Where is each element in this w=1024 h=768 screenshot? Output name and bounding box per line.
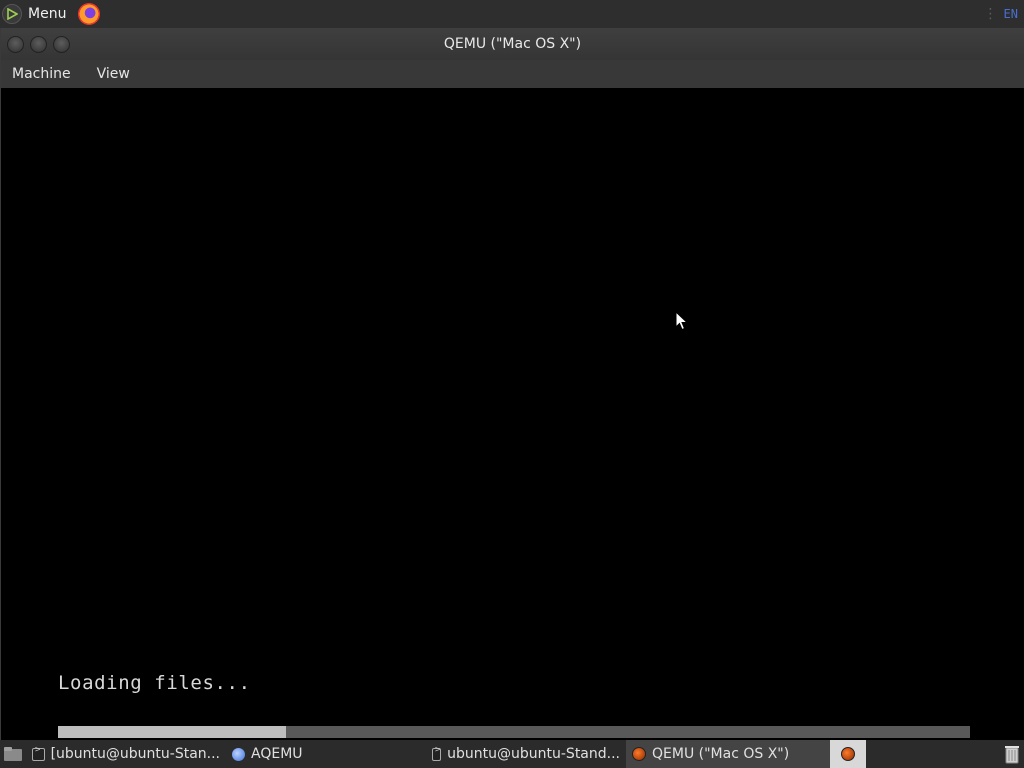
terminal-icon: [32, 745, 45, 761]
loading-progress-bar: [58, 726, 970, 738]
terminal-icon: [432, 745, 442, 761]
top-panel: Menu ⋮ EN: [0, 0, 1024, 28]
guest-display[interactable]: Loading files...: [1, 88, 1023, 740]
qemu-icon: [632, 747, 646, 761]
panel-handle-icon[interactable]: ⋮: [984, 6, 998, 22]
menu-machine[interactable]: Machine: [7, 66, 76, 82]
show-desktop-icon: [4, 747, 22, 761]
taskbar-item-label: [ubuntu@ubuntu-Stan...: [50, 746, 220, 762]
taskbar-item-label: AQEMU: [251, 746, 303, 762]
menu-view[interactable]: View: [92, 66, 135, 82]
trash-icon[interactable]: [1004, 744, 1020, 764]
taskbar-item-label: ubuntu@ubuntu-Stand...: [447, 746, 620, 762]
taskbar-item-qemu[interactable]: QEMU ("Mac OS X"): [626, 740, 830, 768]
menu-label: Menu: [28, 6, 67, 22]
window-title: QEMU ("Mac OS X"): [443, 36, 582, 52]
taskbar-item-label: QEMU ("Mac OS X"): [652, 746, 790, 762]
loading-status-text: Loading files...: [58, 672, 251, 694]
firefox-icon[interactable]: [78, 3, 101, 25]
loading-progress-fill: [58, 726, 286, 738]
aqemu-icon: [232, 747, 245, 761]
mint-menu-icon: [2, 4, 22, 24]
window-menubar: Machine View: [1, 60, 1024, 88]
show-desktop-button[interactable]: [0, 740, 26, 768]
taskbar-item-terminal-1[interactable]: [ubuntu@ubuntu-Stan...: [26, 740, 226, 768]
start-menu-button[interactable]: Menu: [0, 0, 72, 28]
keyboard-layout-indicator[interactable]: EN: [1004, 7, 1018, 21]
taskbar-item-aqemu[interactable]: AQEMU: [226, 740, 426, 768]
window-titlebar[interactable]: QEMU ("Mac OS X"): [1, 28, 1024, 60]
mouse-pointer-icon: [675, 311, 689, 331]
taskbar: [ubuntu@ubuntu-Stan... AQEMU ubuntu@ubun…: [0, 740, 1024, 768]
taskbar-item-terminal-2[interactable]: ubuntu@ubuntu-Stand...: [426, 740, 626, 768]
qemu-window: QEMU ("Mac OS X") Machine View Loading f…: [0, 28, 1024, 740]
taskbar-pinned-qemu[interactable]: [830, 740, 866, 768]
qemu-icon: [841, 747, 855, 761]
